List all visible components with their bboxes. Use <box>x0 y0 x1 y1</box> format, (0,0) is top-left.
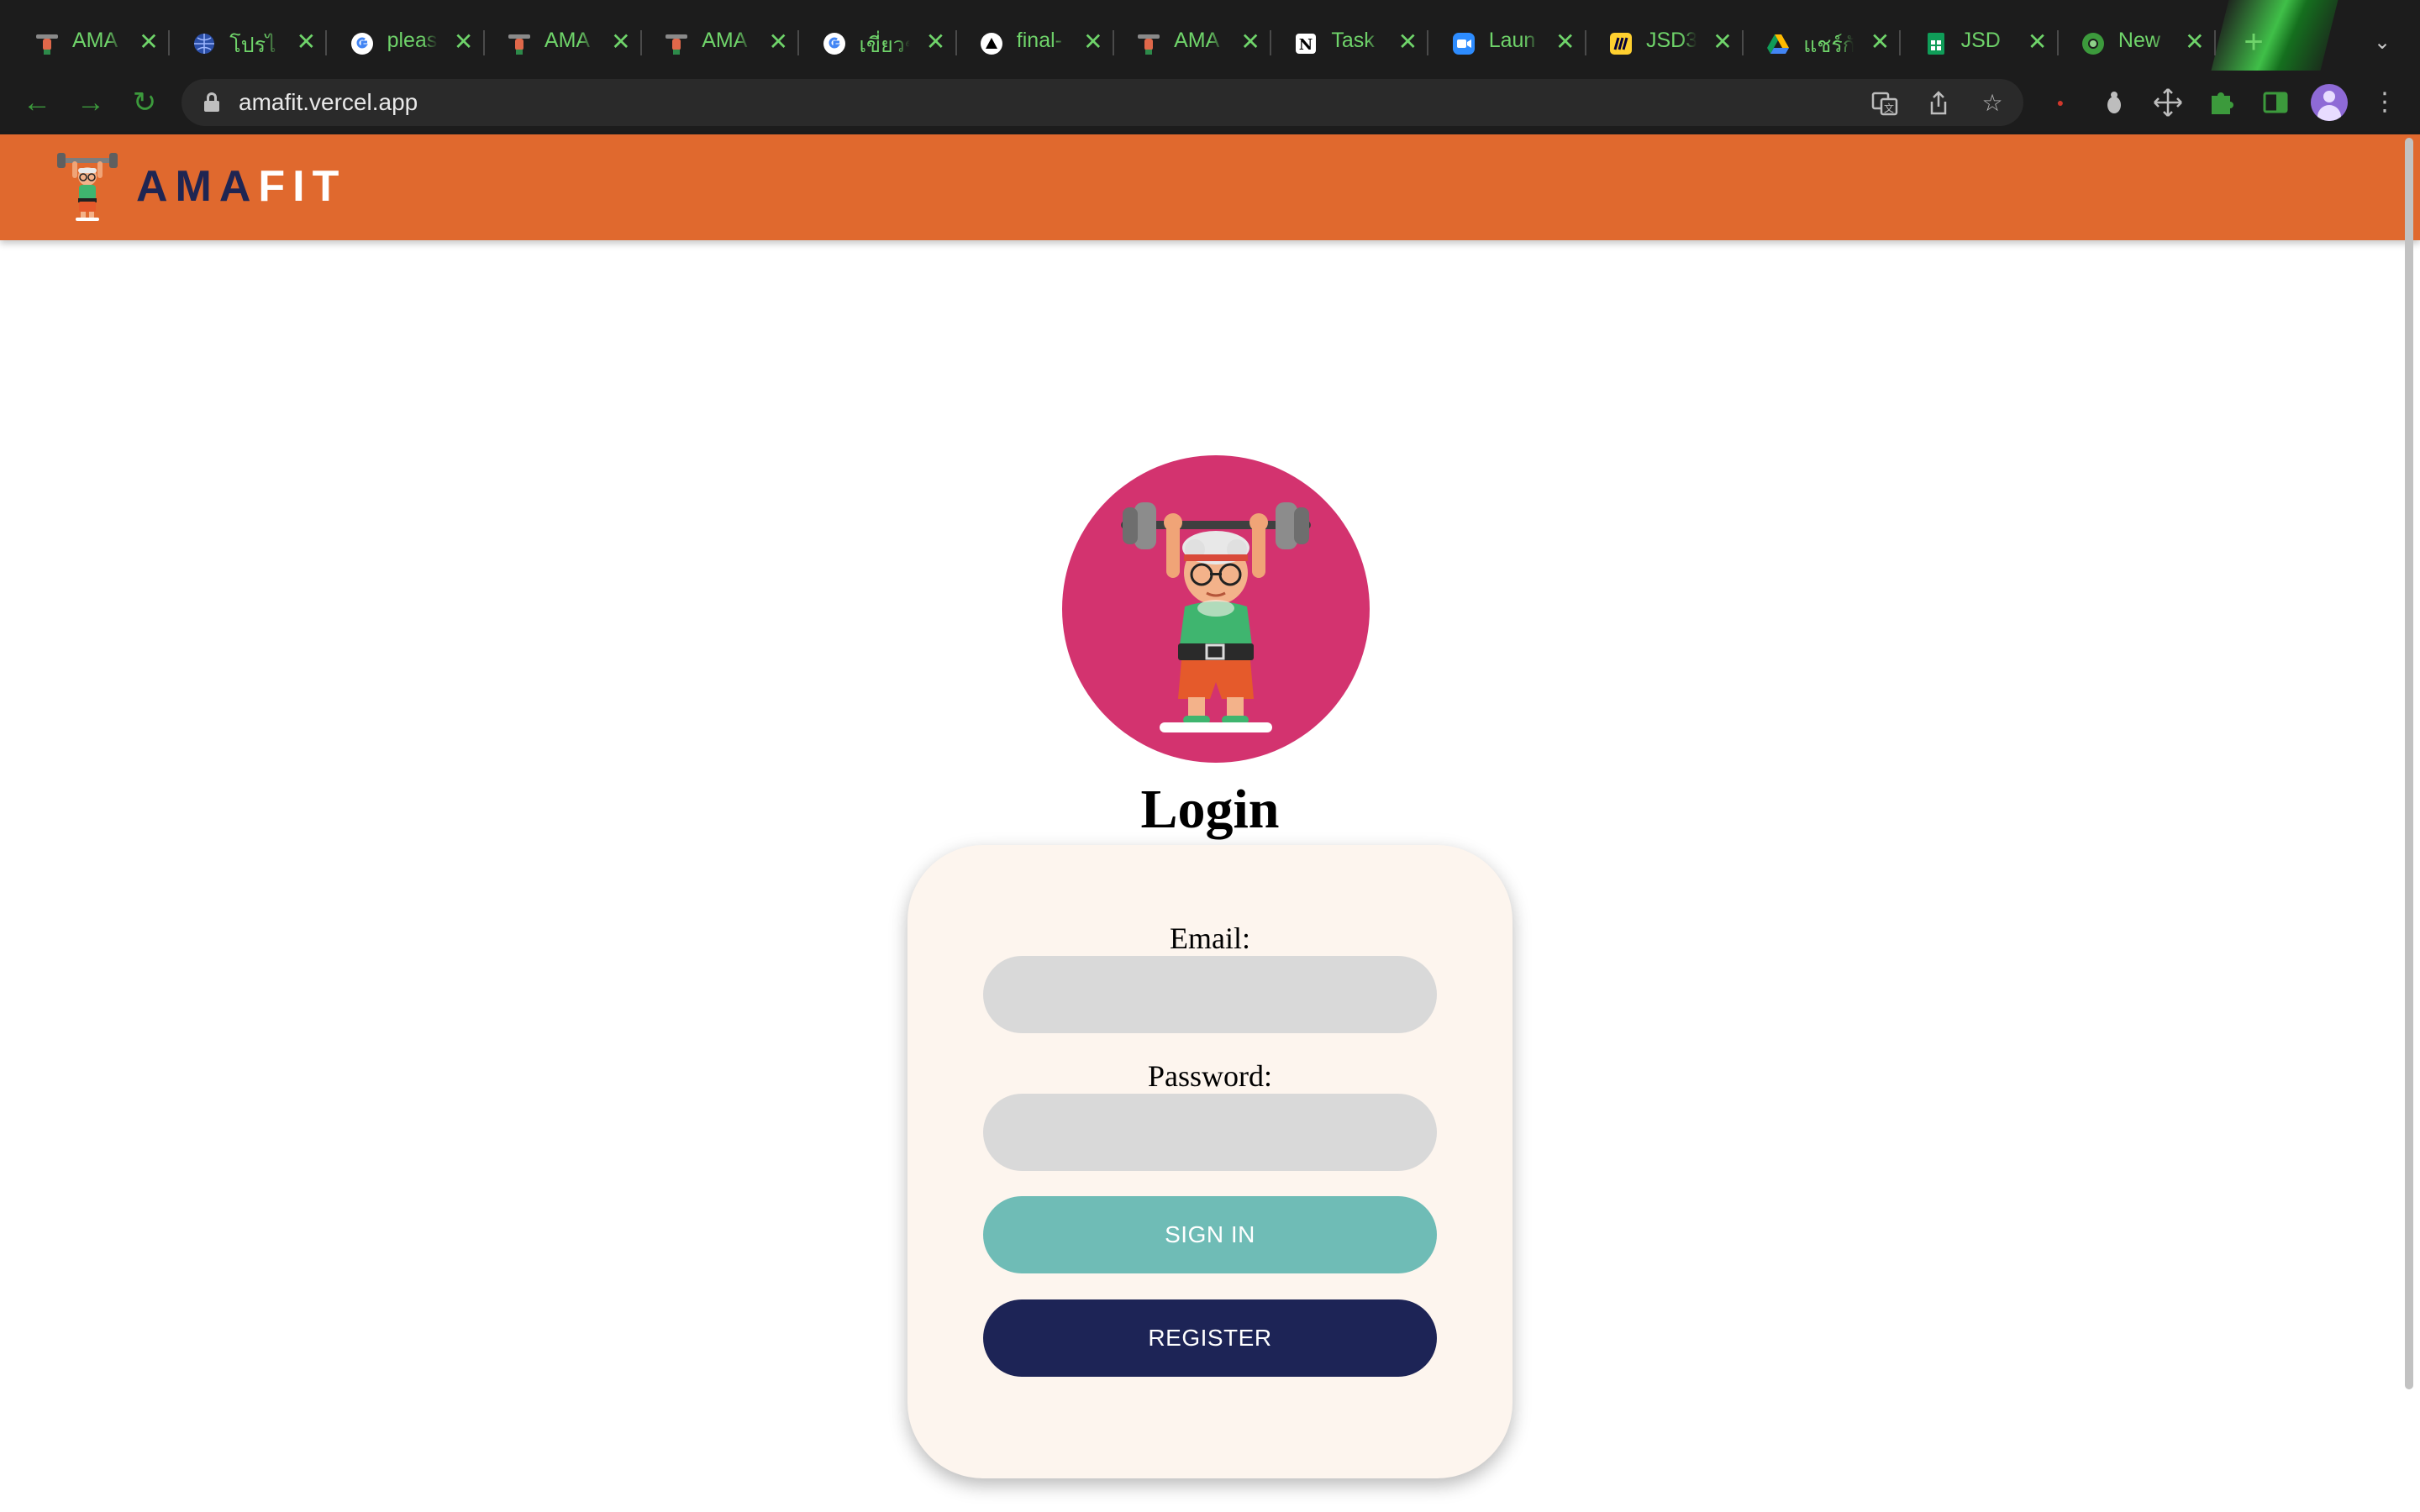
email-field[interactable] <box>983 956 1437 1033</box>
password-field[interactable] <box>983 1094 1437 1171</box>
vercel-icon <box>980 32 1003 55</box>
browser-tab[interactable]: Laun ✕ <box>1427 15 1586 71</box>
dumbbell-icon <box>35 32 59 55</box>
sign-in-button[interactable]: SIGN IN <box>983 1196 1437 1273</box>
tab-title: AMA <box>702 29 748 52</box>
globe-icon <box>192 32 216 55</box>
app-header: AMAFIT <box>0 134 2420 240</box>
browser-tab[interactable]: AMA ✕ <box>1112 15 1272 71</box>
browser-tab[interactable]: เขี่ยวข ✕ <box>797 15 957 71</box>
tab-close-icon[interactable]: ✕ <box>1710 27 1735 57</box>
browser-tab[interactable]: JSD3 ✕ <box>1584 15 1744 71</box>
tab-separator <box>2213 30 2216 55</box>
password-label: Password: <box>1147 1059 1272 1093</box>
drive-icon <box>1766 32 1790 55</box>
browser-tab[interactable]: โปรไ ✕ <box>167 15 328 71</box>
svg-text:N: N <box>1299 36 1313 54</box>
url-text[interactable]: amafit.vercel.app <box>239 89 418 116</box>
tab-title: JSD3 <box>1646 29 1697 52</box>
dumbbell-icon <box>508 32 531 55</box>
tab-title: แชร์กั <box>1803 34 1854 57</box>
logo-mascot-icon[interactable] <box>55 153 119 222</box>
browser-menu-icon[interactable]: ⋮ <box>2368 86 2402 119</box>
tab-title: AMA <box>544 29 591 52</box>
tab-title: JSD <box>1960 29 2001 52</box>
brand-part-ama: AMA <box>136 162 259 211</box>
google-icon <box>823 32 846 55</box>
new-tab-button[interactable]: + <box>2237 25 2270 59</box>
tab-search-icon[interactable]: ⌄ <box>2368 29 2396 57</box>
login-title: Login <box>1140 779 1280 840</box>
lock-icon[interactable] <box>203 92 220 113</box>
tab-title: Task <box>1331 29 1375 52</box>
tab-close-icon[interactable]: ✕ <box>451 27 476 57</box>
google-icon <box>350 32 374 55</box>
tab-title: โปรไ <box>229 34 276 57</box>
brand-part-fit: FIT <box>258 162 347 211</box>
browser-tab[interactable]: JSD ✕ <box>1899 15 2059 71</box>
tab-title: AMA <box>1174 29 1220 52</box>
extension-bug-icon[interactable] <box>2097 86 2131 119</box>
share-icon[interactable] <box>1924 89 1953 118</box>
tab-close-icon[interactable]: ✕ <box>1395 27 1420 57</box>
forward-icon[interactable]: → <box>74 86 108 119</box>
tab-close-icon[interactable]: ✕ <box>765 27 791 57</box>
side-panel-icon[interactable] <box>2259 86 2292 119</box>
brand-logo-text[interactable]: AMAFIT <box>136 160 346 213</box>
miro-icon <box>1609 32 1633 55</box>
email-label: Email: <box>1170 921 1250 955</box>
tab-close-icon[interactable]: ✕ <box>293 27 318 57</box>
browser-tab[interactable]: AMA ✕ <box>482 15 642 71</box>
tab-close-icon[interactable]: ✕ <box>136 27 161 57</box>
tab-title: เขี่ยวข <box>859 34 910 57</box>
tab-close-icon[interactable]: ✕ <box>1867 27 1892 57</box>
dumbbell-icon <box>665 32 688 55</box>
svg-text:文: 文 <box>1884 102 1894 114</box>
reload-icon[interactable]: ↻ <box>128 86 161 119</box>
tab-close-icon[interactable]: ✕ <box>2182 27 2207 57</box>
tab-close-icon[interactable]: ✕ <box>2025 27 2050 57</box>
tab-close-icon[interactable]: ✕ <box>1081 27 1106 57</box>
tab-title: Laun <box>1488 29 1536 52</box>
browser-tab[interactable]: AMA ✕ <box>639 15 800 71</box>
mascot-avatar-image <box>1062 455 1370 763</box>
tab-close-icon[interactable]: ✕ <box>608 27 634 57</box>
browser-toolbar: ← → ↻ amafit.vercel.app 文 ☆ ● ⋮ <box>0 71 2420 134</box>
extension-move-icon[interactable] <box>2151 86 2185 119</box>
browser-tab[interactable]: New ✕ <box>2056 15 2216 71</box>
back-icon[interactable]: ← <box>20 86 54 119</box>
chrome-icon <box>2081 32 2105 55</box>
notion-icon: N <box>1294 32 1318 55</box>
dumbbell-icon <box>1137 32 1160 55</box>
tab-close-icon[interactable]: ✕ <box>1553 27 1578 57</box>
sheets-icon <box>1924 32 1948 55</box>
translate-icon[interactable]: 文 <box>1870 89 1899 118</box>
browser-tab[interactable]: final- ✕ <box>955 15 1114 71</box>
tab-title: pleas <box>387 29 438 52</box>
login-form-card: Email: Password: SIGN IN REGISTER <box>908 845 1512 1478</box>
browser-tab[interactable]: AMA ✕ <box>10 15 170 71</box>
page-scrollbar[interactable] <box>2405 138 2413 1389</box>
bookmark-star-icon[interactable]: ☆ <box>1978 89 2007 118</box>
browser-tab[interactable]: pleas ✕ <box>325 15 485 71</box>
address-bar[interactable]: amafit.vercel.app 文 ☆ <box>182 79 2023 126</box>
tab-title: AMA <box>72 29 118 52</box>
browser-tab[interactable]: แชร์กั ✕ <box>1741 15 1902 71</box>
zoom-icon <box>1452 32 1476 55</box>
tab-title: New <box>2118 29 2160 52</box>
extension-record-icon[interactable]: ● <box>2044 86 2077 119</box>
tab-title: final- <box>1016 29 1062 52</box>
browser-tab[interactable]: N Task ✕ <box>1269 15 1429 71</box>
register-button[interactable]: REGISTER <box>983 1299 1437 1377</box>
profile-avatar[interactable] <box>2311 84 2348 121</box>
tab-close-icon[interactable]: ✕ <box>923 27 949 57</box>
extensions-puzzle-icon[interactable] <box>2205 86 2238 119</box>
tab-close-icon[interactable]: ✕ <box>1238 27 1263 57</box>
